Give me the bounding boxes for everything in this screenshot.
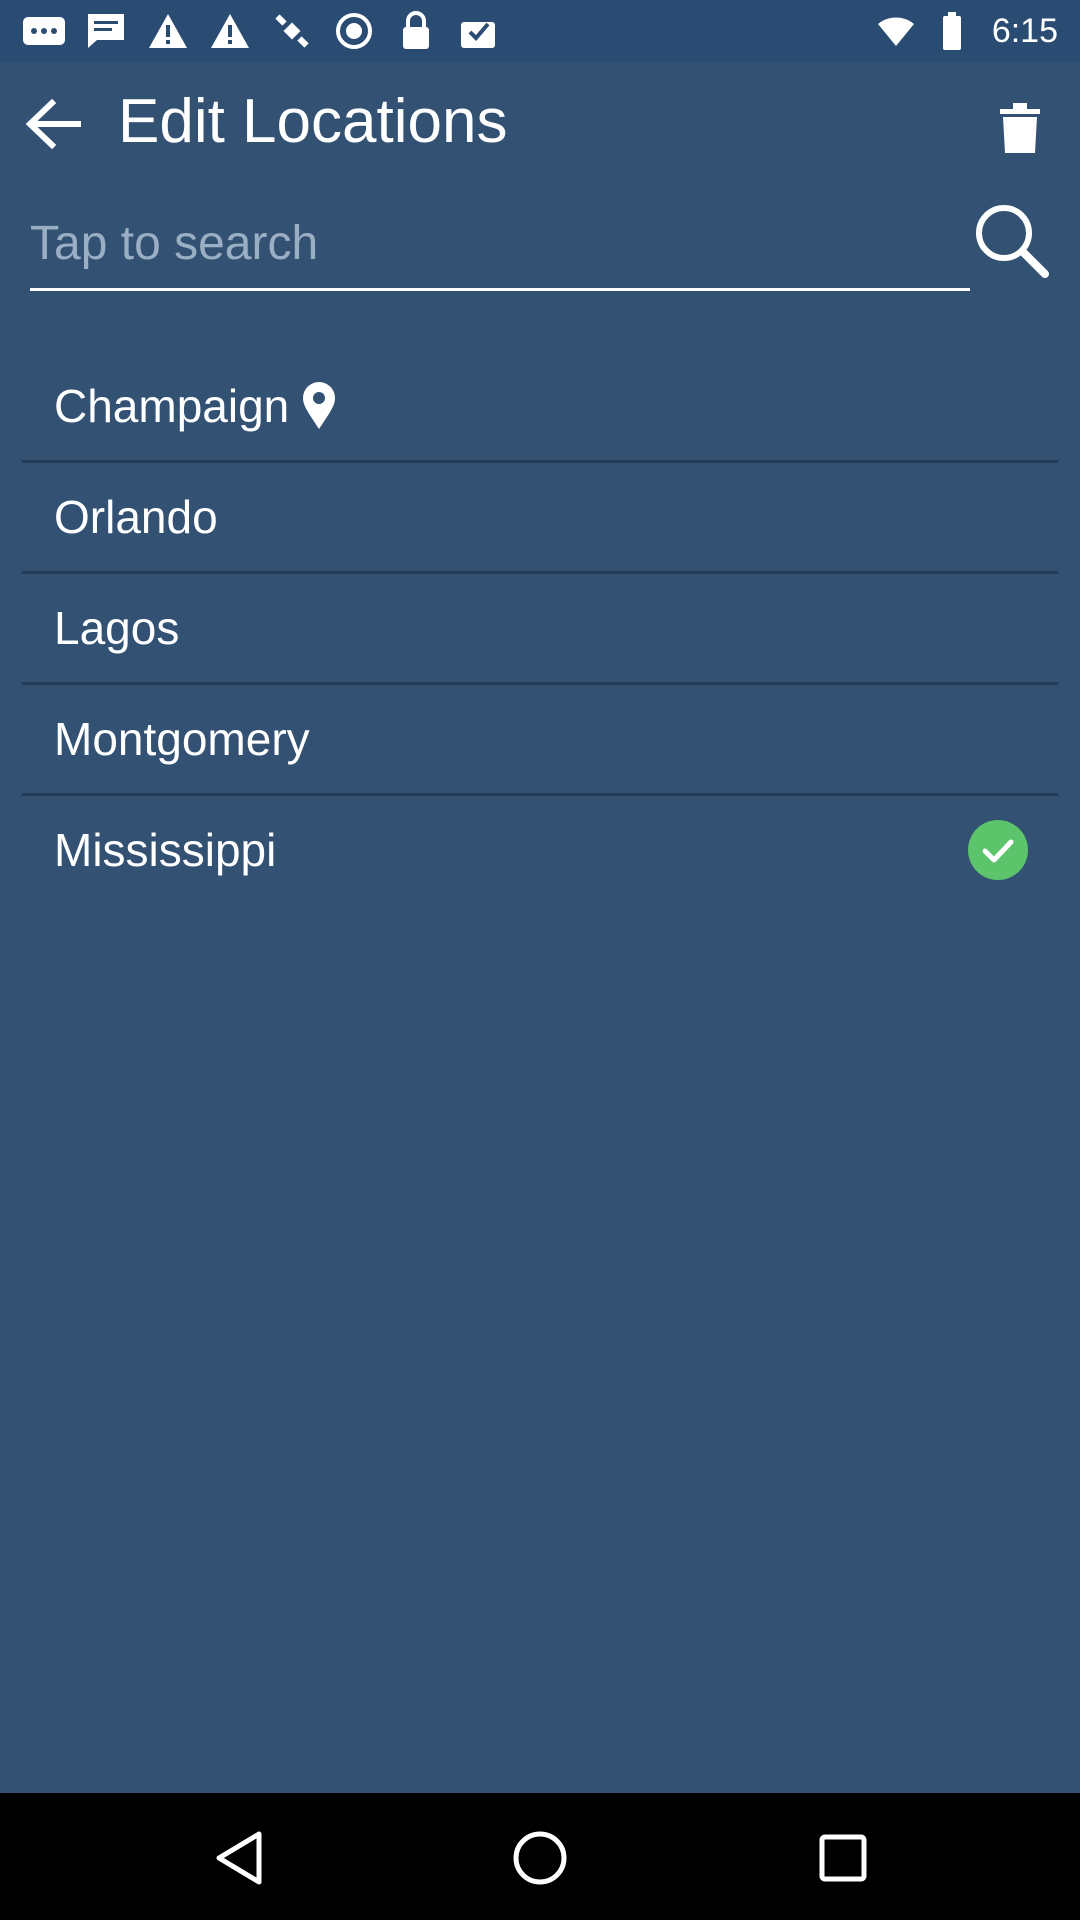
record-icon	[332, 11, 376, 51]
list-item[interactable]: Orlando	[22, 463, 1058, 574]
search-input[interactable]	[30, 198, 970, 291]
battery-icon	[930, 11, 974, 51]
checkmark-box-icon	[456, 11, 500, 51]
search-bar	[30, 198, 1052, 298]
system-nav-bar	[0, 1793, 1080, 1920]
home-circle-icon	[513, 1831, 567, 1885]
list-item[interactable]: Mississippi	[22, 796, 1058, 904]
list-item[interactable]: Champaign	[22, 352, 1058, 463]
arrow-back-icon	[25, 99, 81, 149]
recents-square-icon	[819, 1834, 867, 1882]
nav-recents-button[interactable]	[808, 1823, 878, 1893]
status-time: 6:15	[991, 11, 1058, 50]
location-name: Montgomery	[54, 713, 310, 765]
location-pin-icon	[301, 381, 337, 431]
search-icon	[976, 205, 1049, 278]
edit-locations-screen: Edit Locations Champaign Orlando Lagos M…	[0, 62, 1080, 1793]
nav-home-button[interactable]	[505, 1823, 575, 1893]
location-name: Mississippi	[54, 824, 277, 876]
toolbar: Edit Locations	[0, 62, 1080, 182]
search-button[interactable]	[972, 198, 1052, 282]
lock-icon	[394, 11, 438, 51]
location-list: Champaign Orlando Lagos Montgomery Missi…	[22, 352, 1058, 904]
warning-icon	[146, 11, 190, 51]
status-bar: 6:15	[0, 0, 1080, 62]
back-button[interactable]	[18, 94, 88, 154]
more-dots-icon	[22, 11, 66, 51]
nav-back-button[interactable]	[204, 1823, 274, 1893]
location-name: Lagos	[54, 602, 180, 654]
back-triangle-icon	[216, 1831, 262, 1885]
page-title: Edit Locations	[118, 87, 508, 156]
status-bar-system: 6:15	[874, 10, 1058, 52]
wifi-icon	[874, 11, 918, 51]
warning-icon	[208, 11, 252, 51]
trash-icon	[1000, 103, 1040, 153]
message-icon	[84, 11, 128, 51]
status-bar-notifications	[22, 10, 500, 52]
location-name: Orlando	[54, 491, 218, 543]
check-circle-icon	[968, 820, 1028, 880]
location-name: Champaign	[54, 380, 290, 432]
list-item[interactable]: Lagos	[22, 574, 1058, 685]
list-item[interactable]: Montgomery	[22, 685, 1058, 796]
delete-button[interactable]	[990, 96, 1050, 162]
satellite-icon	[270, 11, 314, 51]
